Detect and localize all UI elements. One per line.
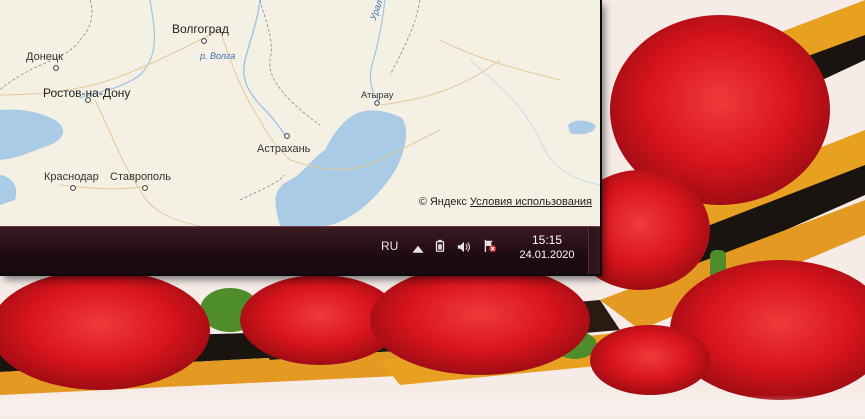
action-center-flag-icon[interactable] <box>483 239 497 253</box>
terms-of-use-link[interactable]: Условия использования <box>470 196 592 208</box>
city-donetsk: Донецк <box>26 51 63 63</box>
yandex-copyright: © Яндекс <box>418 196 467 208</box>
map-copyright: © Яндекс Условия использования <box>416 195 594 209</box>
yandex-map[interactable]: Волгоград Донецк Ростов-на-Дону Атырау А… <box>0 0 600 226</box>
city-rostov: Ростов-на-Дону <box>43 86 131 100</box>
system-clock[interactable]: 15:15 24.01.2020 <box>512 232 582 263</box>
clock-time: 15:15 <box>531 233 563 247</box>
show-hidden-icons-arrow[interactable] <box>411 243 425 257</box>
show-desktop-button[interactable] <box>588 227 600 274</box>
language-indicator[interactable]: RU <box>381 239 398 253</box>
browser-window: Волгоград Донецк Ростов-на-Дону Атырау А… <box>0 0 600 274</box>
map-canvas <box>0 0 600 226</box>
city-astrakhan: Астрахань <box>257 143 311 155</box>
river-label-volga: р. Волга <box>200 51 236 61</box>
city-atyrau: Атырау <box>361 90 394 101</box>
power-icon[interactable] <box>433 239 447 253</box>
taskbar: RU 15:15 24.01.2020 <box>0 226 600 274</box>
city-volgograd: Волгоград <box>172 22 229 36</box>
city-krasnodar: Краснодар <box>44 171 99 183</box>
volume-icon[interactable] <box>457 240 471 254</box>
city-stavropol: Ставрополь <box>110 171 172 183</box>
clock-date: 24.01.2020 <box>519 249 575 261</box>
